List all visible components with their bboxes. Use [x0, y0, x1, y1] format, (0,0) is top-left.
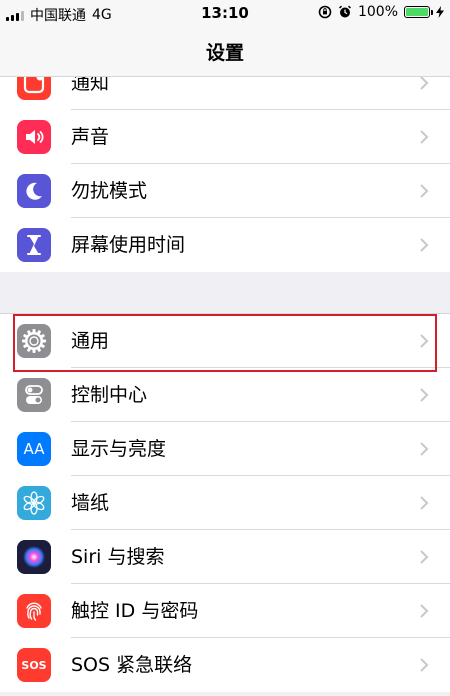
- hourglass-icon: [17, 228, 51, 262]
- battery-percent: 100%: [357, 4, 398, 20]
- settings-row-control-center[interactable]: 控制中心: [0, 368, 450, 422]
- settings-row-sounds[interactable]: 声音: [0, 110, 450, 164]
- settings-row-label: 墙纸: [71, 492, 110, 514]
- settings-row-siri-search[interactable]: Siri 与搜索: [0, 530, 450, 584]
- settings-row-label: 控制中心: [71, 384, 148, 406]
- status-right: 100%: [318, 4, 444, 20]
- toggles-icon: [17, 378, 51, 412]
- chevron-right-icon: [420, 496, 429, 510]
- chevron-right-icon: [420, 184, 429, 198]
- chevron-right-icon: [420, 334, 429, 348]
- settings-row-label: 显示与亮度: [71, 438, 167, 460]
- chevron-right-icon: [420, 76, 429, 90]
- settings-row-screen-time[interactable]: 屏幕使用时间: [0, 218, 450, 272]
- settings-row-emergency-sos[interactable]: SOS SOS 紧急联络: [0, 638, 450, 692]
- chevron-right-icon: [420, 130, 429, 144]
- settings-row-label: 勿扰模式: [71, 180, 148, 202]
- moon-icon: [17, 174, 51, 208]
- settings-row-do-not-disturb[interactable]: 勿扰模式: [0, 164, 450, 218]
- chevron-right-icon: [420, 550, 429, 564]
- orientation-lock-icon: [318, 5, 332, 19]
- settings-row-label: 触控 ID 与密码: [71, 600, 199, 622]
- battery-icon: [404, 6, 433, 18]
- chevron-right-icon: [420, 442, 429, 456]
- settings-row-display-brightness[interactable]: AA 显示与亮度: [0, 422, 450, 476]
- status-bar: 中国联通 4G 13:10 100%: [0, 0, 450, 26]
- sos-icon-text: SOS: [21, 658, 47, 672]
- chevron-right-icon: [420, 658, 429, 672]
- chevron-right-icon: [420, 604, 429, 618]
- settings-row-wallpaper[interactable]: 墙纸: [0, 476, 450, 530]
- settings-row-label: Siri 与搜索: [71, 546, 165, 568]
- settings-row-label: 通用: [71, 330, 110, 352]
- settings-row-label: 屏幕使用时间: [71, 234, 186, 256]
- settings-group-2: 通用 控制中心 AA 显示与亮度 墙纸 Siri 与搜索 触控 ID 与密码 S…: [0, 313, 450, 692]
- flower-icon: [17, 486, 51, 520]
- settings-row-touch-id[interactable]: 触控 ID 与密码: [0, 584, 450, 638]
- chevron-right-icon: [420, 238, 429, 252]
- alarm-icon: [338, 5, 351, 18]
- charging-bolt-icon: [436, 6, 444, 18]
- sos-icon: SOS: [17, 648, 51, 682]
- siri-icon: [17, 540, 51, 574]
- aa-icon-text: AA: [23, 440, 45, 458]
- settings-row-label: SOS 紧急联络: [71, 654, 193, 676]
- settings-row-label: 声音: [71, 126, 110, 148]
- settings-row-general[interactable]: 通用: [0, 314, 450, 368]
- gear-icon: [17, 324, 51, 358]
- aa-icon: AA: [17, 432, 51, 466]
- chevron-right-icon: [420, 388, 429, 402]
- sounds-icon: [17, 120, 51, 154]
- fingerprint-icon: [17, 594, 51, 628]
- page-title: 设置: [205, 41, 244, 64]
- settings-group-1: 通知 声音 勿扰模式 屏幕使用时间: [0, 56, 450, 272]
- navigation-bar: 设置: [0, 26, 450, 77]
